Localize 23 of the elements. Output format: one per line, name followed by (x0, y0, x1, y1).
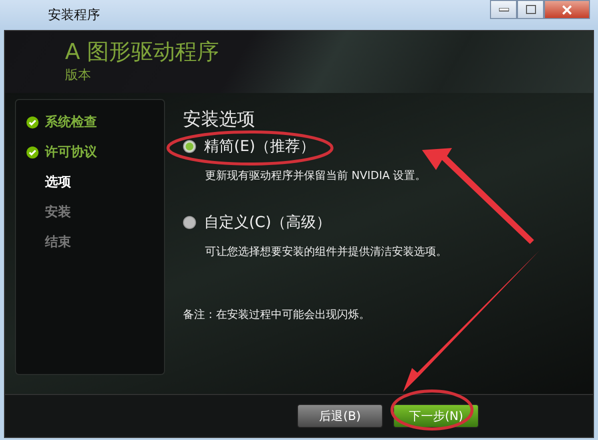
note-text: 备注：在安装过程中可能会出现闪烁。 (183, 307, 371, 322)
option-description: 可让您选择想要安装的组件并提供清洁安装选项。 (205, 244, 448, 259)
step-label: 许可协议 (45, 144, 97, 161)
close-icon (562, 4, 572, 14)
radio-button[interactable] (183, 140, 196, 153)
option-description: 更新现有驱动程序并保留当前 NVIDIA 设置。 (205, 168, 428, 183)
product-title: A 图形驱动程序 (65, 40, 220, 66)
close-button[interactable] (544, 0, 590, 19)
minimize-icon (498, 8, 508, 12)
minimize-button[interactable] (490, 0, 517, 19)
step-label: 选项 (45, 174, 71, 191)
maximize-icon (526, 5, 536, 14)
section-heading: 安装选项 (183, 108, 256, 131)
window-title: 安装程序 (48, 7, 100, 24)
version-label: 版本 (65, 67, 92, 84)
step-label: 系统检查 (45, 114, 97, 131)
radio-option[interactable]: 精简(E)（推荐） (183, 137, 571, 156)
radio-button[interactable] (183, 216, 196, 229)
step-label: 安装 (45, 204, 71, 221)
radio-option[interactable]: 自定义(C)（高级） (183, 213, 571, 232)
step-label: 结束 (45, 234, 71, 251)
maximize-button[interactable] (517, 0, 544, 19)
back-button[interactable]: 后退(B) (297, 404, 383, 428)
